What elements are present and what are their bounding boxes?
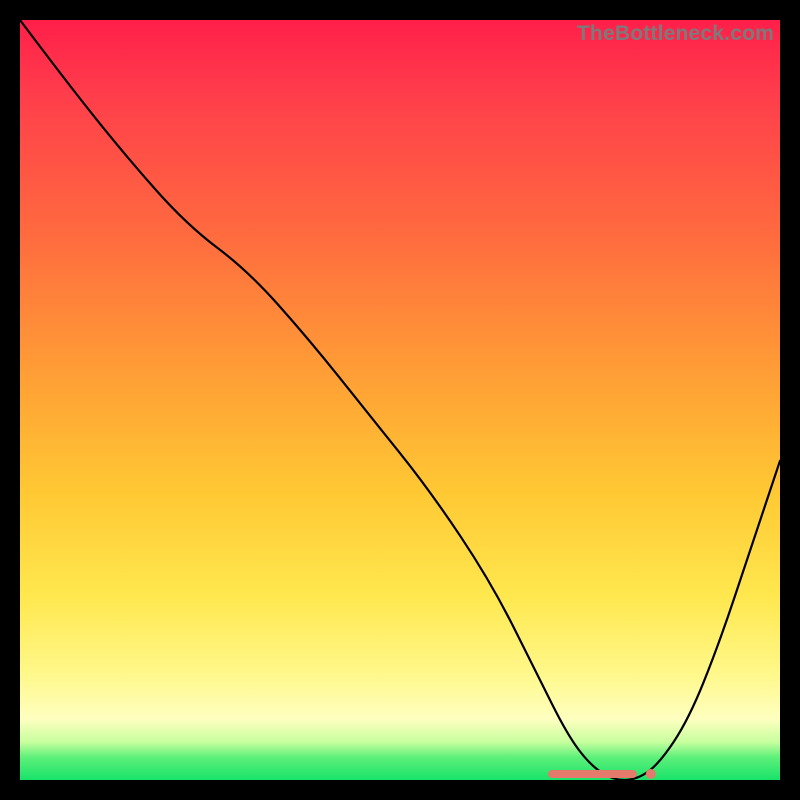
- chart-plot-area: TheBottleneck.com: [20, 20, 780, 780]
- bottleneck-curve: [20, 20, 780, 780]
- chart-svg: [20, 20, 780, 780]
- optimal-point-dot: [646, 769, 656, 779]
- chart-frame: TheBottleneck.com: [0, 0, 800, 800]
- optimal-marker-group: [552, 769, 656, 779]
